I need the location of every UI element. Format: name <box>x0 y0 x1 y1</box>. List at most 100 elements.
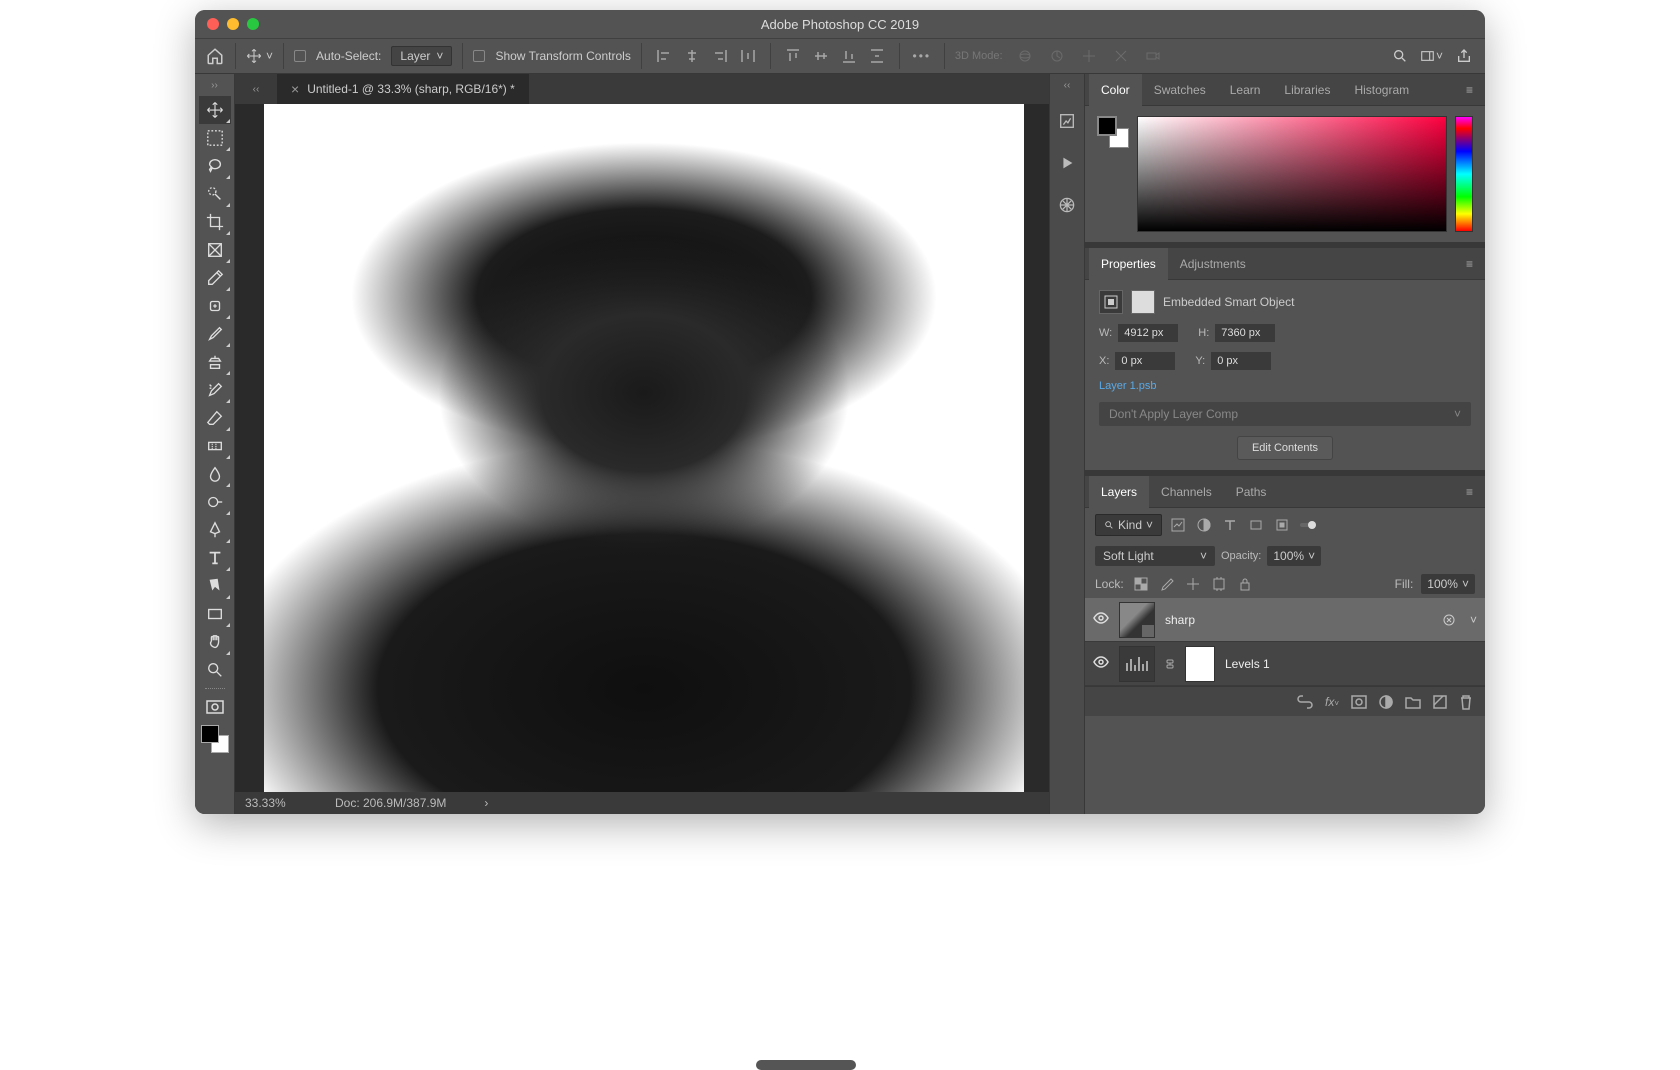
navigator-panel-icon[interactable] <box>1055 193 1079 217</box>
tab-libraries[interactable]: Libraries <box>1272 74 1342 106</box>
layer-style-button[interactable]: fx˅ <box>1325 695 1339 709</box>
layer-mask-thumbnail[interactable] <box>1185 646 1215 682</box>
actions-panel-icon[interactable] <box>1055 151 1079 175</box>
layer-name[interactable]: Levels 1 <box>1225 657 1270 671</box>
lock-all-button[interactable] <box>1236 575 1254 593</box>
link-layers-button[interactable] <box>1297 695 1313 709</box>
show-transform-checkbox[interactable] <box>473 50 485 62</box>
clone-stamp-tool[interactable] <box>199 348 231 376</box>
new-group-button[interactable] <box>1405 695 1421 709</box>
align-right-button[interactable] <box>708 44 732 68</box>
hue-slider[interactable] <box>1455 116 1473 232</box>
brush-tool[interactable] <box>199 320 231 348</box>
add-mask-button[interactable] <box>1351 695 1367 709</box>
doc-size-info[interactable]: Doc: 206.9M/387.9M <box>335 796 446 810</box>
align-top-button[interactable] <box>781 44 805 68</box>
x-input[interactable] <box>1115 352 1175 370</box>
workspace-switcher[interactable]: ˅ <box>1421 45 1443 67</box>
gradient-tool[interactable] <box>199 432 231 460</box>
width-value[interactable]: 4912 px <box>1118 324 1178 342</box>
align-left-button[interactable] <box>652 44 676 68</box>
filter-pixel-icon[interactable] <box>1168 515 1188 535</box>
slide-3d-icon[interactable] <box>1109 44 1133 68</box>
align-vcenter-button[interactable] <box>809 44 833 68</box>
tab-adjustments[interactable]: Adjustments <box>1168 248 1258 280</box>
zoom-level[interactable]: 33.33% <box>245 796 305 810</box>
new-adjustment-button[interactable] <box>1379 695 1393 709</box>
quick-mask-button[interactable] <box>203 697 227 717</box>
status-flyout-button[interactable]: › <box>484 796 488 810</box>
panel-menu-button[interactable]: ≡ <box>1458 83 1481 97</box>
color-swatches[interactable] <box>201 725 229 753</box>
orbit-3d-icon[interactable] <box>1013 44 1037 68</box>
align-bottom-button[interactable] <box>837 44 861 68</box>
layer-name[interactable]: sharp <box>1165 613 1195 627</box>
rectangle-tool[interactable] <box>199 600 231 628</box>
auto-select-checkbox[interactable] <box>294 50 306 62</box>
auto-select-target-select[interactable]: Layer ˅ <box>391 46 452 66</box>
lock-position-button[interactable] <box>1184 575 1202 593</box>
foreground-color-swatch[interactable] <box>201 725 219 743</box>
tab-histogram[interactable]: Histogram <box>1342 74 1421 106</box>
blend-mode-select[interactable]: Soft Light˅ <box>1095 546 1215 566</box>
canvas[interactable] <box>264 104 1024 792</box>
layer-row[interactable]: Levels 1 <box>1085 642 1485 686</box>
document-tab[interactable]: × Untitled-1 @ 33.3% (sharp, RGB/16*) * <box>277 74 529 104</box>
eraser-tool[interactable] <box>199 404 231 432</box>
filter-adjustment-icon[interactable] <box>1194 515 1214 535</box>
foreground-color-mini[interactable] <box>1097 116 1117 136</box>
tab-properties[interactable]: Properties <box>1089 248 1168 280</box>
color-field-picker[interactable] <box>1137 116 1447 232</box>
collapse-toolbar-button[interactable]: ›› <box>211 80 218 96</box>
zoom-tool[interactable] <box>199 656 231 684</box>
linked-file-name[interactable]: Layer 1.psb <box>1099 380 1471 392</box>
move-tool[interactable] <box>199 96 231 124</box>
marquee-tool[interactable] <box>199 124 231 152</box>
more-options-button[interactable]: ••• <box>910 44 934 68</box>
tab-swatches[interactable]: Swatches <box>1142 74 1218 106</box>
history-brush-tool[interactable] <box>199 376 231 404</box>
expand-dock-button[interactable]: ‹‹ <box>1064 80 1071 91</box>
camera-3d-icon[interactable] <box>1141 44 1165 68</box>
hand-tool[interactable] <box>199 628 231 656</box>
visibility-toggle[interactable] <box>1093 612 1109 628</box>
move-tool-indicator[interactable]: ˅ <box>246 48 273 64</box>
tab-channels[interactable]: Channels <box>1149 476 1224 508</box>
canvas-viewport[interactable] <box>235 104 1049 792</box>
layer-comp-select[interactable]: Don't Apply Layer Comp˅ <box>1099 402 1471 426</box>
panel-menu-button[interactable]: ≡ <box>1458 257 1481 271</box>
height-value[interactable]: 7360 px <box>1215 324 1275 342</box>
healing-brush-tool[interactable] <box>199 292 231 320</box>
eyedropper-tool[interactable] <box>199 264 231 292</box>
chevron-down-icon[interactable]: ˅ <box>1470 613 1477 627</box>
layer-filter-kind-select[interactable]: Kind˅ <box>1095 514 1162 536</box>
layer-thumbnail[interactable] <box>1119 602 1155 638</box>
roll-3d-icon[interactable] <box>1045 44 1069 68</box>
quick-selection-tool[interactable] <box>199 180 231 208</box>
share-button[interactable] <box>1453 45 1475 67</box>
lock-artboard-button[interactable] <box>1210 575 1228 593</box>
panel-menu-button[interactable]: ≡ <box>1458 485 1481 499</box>
tab-learn[interactable]: Learn <box>1218 74 1273 106</box>
tab-color[interactable]: Color <box>1089 74 1142 106</box>
filter-type-icon[interactable] <box>1220 515 1240 535</box>
dodge-tool[interactable] <box>199 488 231 516</box>
collapse-tabs-button[interactable]: ‹‹ <box>235 84 277 95</box>
lock-transparency-button[interactable] <box>1132 575 1150 593</box>
color-swatch-mini[interactable] <box>1097 116 1129 148</box>
home-button[interactable] <box>205 46 225 66</box>
search-button[interactable] <box>1389 45 1411 67</box>
path-selection-tool[interactable] <box>199 572 231 600</box>
lasso-tool[interactable] <box>199 152 231 180</box>
new-layer-button[interactable] <box>1433 695 1447 709</box>
history-panel-icon[interactable] <box>1055 109 1079 133</box>
distribute-v-button[interactable] <box>865 44 889 68</box>
fill-input[interactable]: 100%˅ <box>1421 574 1475 594</box>
link-mask-icon[interactable] <box>1165 658 1175 670</box>
filter-shape-icon[interactable] <box>1246 515 1266 535</box>
adjustment-layer-thumbnail[interactable] <box>1119 646 1155 682</box>
type-tool[interactable] <box>199 544 231 572</box>
distribute-h-button[interactable] <box>736 44 760 68</box>
frame-tool[interactable] <box>199 236 231 264</box>
filter-toggle-switch[interactable] <box>1298 515 1318 535</box>
